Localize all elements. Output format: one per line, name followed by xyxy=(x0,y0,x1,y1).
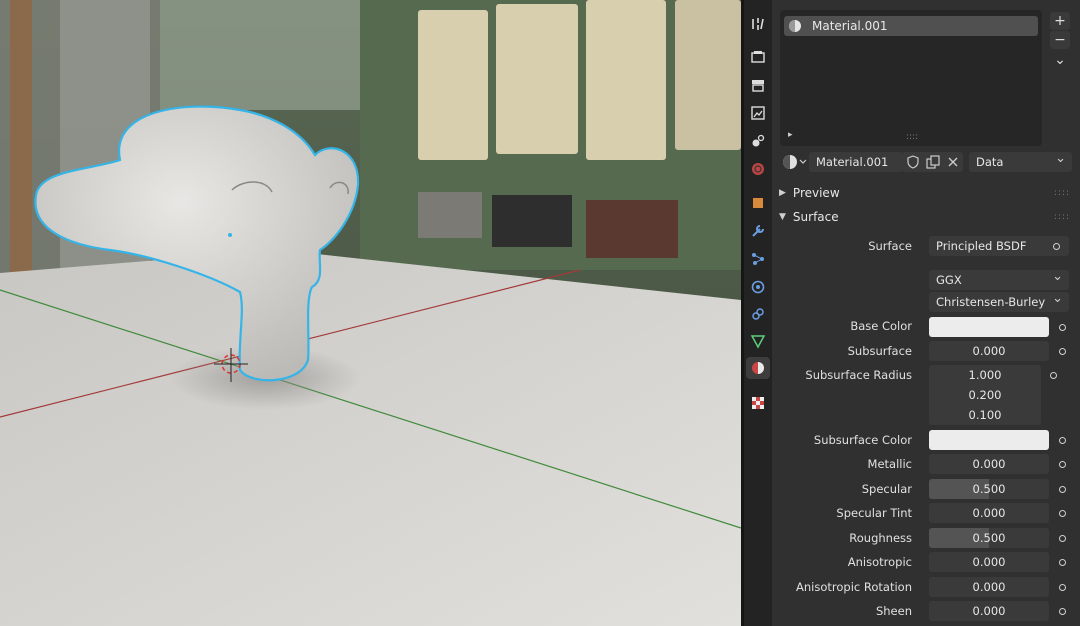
material-slot-name: Material.001 xyxy=(812,19,888,33)
socket-link-icon[interactable] xyxy=(1053,578,1071,596)
ground-plane xyxy=(0,250,741,626)
material-browse-button[interactable] xyxy=(780,151,808,173)
subsurface-field[interactable]: 0.000 xyxy=(929,341,1049,361)
distribution-dropdown[interactable]: GGX xyxy=(929,269,1069,290)
render-icon[interactable] xyxy=(746,46,770,68)
particles-icon[interactable] xyxy=(746,248,770,270)
physics-icon[interactable] xyxy=(746,276,770,298)
preview-panel-header[interactable]: ▶ Preview :::: xyxy=(772,182,1080,204)
world-icon[interactable] xyxy=(746,158,770,180)
slot-specials-button[interactable]: ⌄ xyxy=(1050,51,1070,69)
remove-slot-button[interactable]: − xyxy=(1050,31,1070,49)
anisotropic-rotation-field[interactable]: 0.000 xyxy=(929,577,1049,597)
subsurface-color-swatch[interactable] xyxy=(929,430,1049,450)
specular-tint-field[interactable]: 0.000 xyxy=(929,503,1049,523)
constraints-icon[interactable] xyxy=(746,303,770,325)
roughness-slider[interactable]: 0.500 xyxy=(929,528,1049,548)
anisotropic-label: Anisotropic xyxy=(847,555,912,569)
socket-link-icon[interactable] xyxy=(1053,318,1071,336)
object-icon[interactable] xyxy=(746,192,770,214)
socket-link-icon[interactable] xyxy=(1053,480,1071,498)
socket-link-icon[interactable] xyxy=(1053,431,1071,449)
copy-icon xyxy=(926,155,940,169)
material-name-field[interactable]: Material.001 xyxy=(809,152,903,172)
material-slot-list[interactable]: Material.001 ▸ :::: xyxy=(780,10,1042,146)
material-icon[interactable] xyxy=(746,357,770,379)
output-icon[interactable] xyxy=(746,74,770,96)
surface-label: Surface xyxy=(868,239,912,253)
subsurface-radius-y-field[interactable]: 0.200 xyxy=(929,385,1041,405)
socket-link-icon[interactable] xyxy=(1053,455,1071,473)
material-browse-icon xyxy=(783,155,807,169)
preview-panel-title: Preview xyxy=(792,186,840,200)
window xyxy=(160,0,360,110)
meter-box-3 xyxy=(586,0,666,160)
subsurface-method-dropdown[interactable]: Christensen-Burley xyxy=(929,291,1069,312)
viewport-scene xyxy=(0,0,741,626)
anisotropic-rotation-label: Anisotropic Rotation xyxy=(796,580,912,594)
sheen-label: Sheen xyxy=(875,604,912,618)
texture-icon[interactable] xyxy=(746,392,770,414)
add-slot-button[interactable]: + xyxy=(1050,12,1070,30)
link-mode-dropdown[interactable]: Data xyxy=(969,151,1072,172)
unlink-material-button[interactable] xyxy=(943,152,963,172)
socket-link-icon[interactable] xyxy=(1053,504,1071,522)
socket-link-icon[interactable] xyxy=(1053,602,1071,620)
collapsed-arrow-icon: ▶ xyxy=(779,188,786,198)
base-color-swatch[interactable] xyxy=(929,317,1049,337)
surface-panel-title: Surface xyxy=(792,210,839,224)
anisotropic-field[interactable]: 0.000 xyxy=(929,552,1049,572)
wooden-pole xyxy=(10,0,32,280)
expanded-arrow-icon: ▼ xyxy=(779,212,786,222)
object-data-icon[interactable] xyxy=(746,330,770,352)
subsurface-radius-x-field[interactable]: 1.000 xyxy=(929,365,1041,385)
fake-user-button[interactable] xyxy=(903,152,923,172)
specular-tint-label: Specular Tint xyxy=(836,506,912,520)
resize-grip[interactable]: :::: xyxy=(906,132,918,142)
surface-panel-header[interactable]: ▼ Surface :::: xyxy=(772,206,1080,228)
scene-icon[interactable] xyxy=(746,130,770,152)
material-slot-item[interactable]: Material.001 xyxy=(784,16,1038,36)
sheen-field[interactable]: 0.000 xyxy=(929,601,1049,621)
close-icon xyxy=(948,157,958,167)
meter-box-2 xyxy=(496,4,578,154)
base-color-label: Base Color xyxy=(850,319,912,333)
tool-icon[interactable] xyxy=(746,13,770,35)
socket-link-icon[interactable] xyxy=(1053,553,1071,571)
socket-link-icon[interactable] xyxy=(1053,529,1071,547)
specular-slider[interactable]: 0.500 xyxy=(929,479,1049,499)
shield-icon xyxy=(907,155,919,169)
subsurface-radius-label: Subsurface Radius xyxy=(805,368,912,382)
metallic-label: Metallic xyxy=(867,457,912,471)
modifier-icon[interactable] xyxy=(746,220,770,242)
object-origin xyxy=(228,233,232,237)
meter-box-1 xyxy=(418,10,488,160)
expand-icon[interactable]: ▸ xyxy=(788,130,793,140)
socket-link-icon[interactable] xyxy=(1053,342,1071,360)
roughness-label: Roughness xyxy=(849,531,912,545)
subsurface-radius-z-field[interactable]: 0.100 xyxy=(929,405,1041,425)
material-sphere-icon xyxy=(789,20,801,32)
duplicate-material-button[interactable] xyxy=(923,152,943,172)
specular-label: Specular xyxy=(861,482,912,496)
subsurface-label: Subsurface xyxy=(847,344,912,358)
properties-editor: Material.001 ▸ :::: + − ⌄ Material.001 D… xyxy=(772,0,1080,626)
view-layer-icon[interactable] xyxy=(746,102,770,124)
socket-link-icon[interactable] xyxy=(1047,237,1065,255)
drag-grip-icon[interactable]: :::: xyxy=(1054,188,1070,198)
properties-tab-bar xyxy=(744,0,772,626)
subsurface-color-label: Subsurface Color xyxy=(813,433,912,447)
drag-grip-icon[interactable]: :::: xyxy=(1054,212,1070,222)
metallic-field[interactable]: 0.000 xyxy=(929,454,1049,474)
3d-viewport[interactable] xyxy=(0,0,741,626)
socket-link-icon[interactable] xyxy=(1044,366,1062,384)
